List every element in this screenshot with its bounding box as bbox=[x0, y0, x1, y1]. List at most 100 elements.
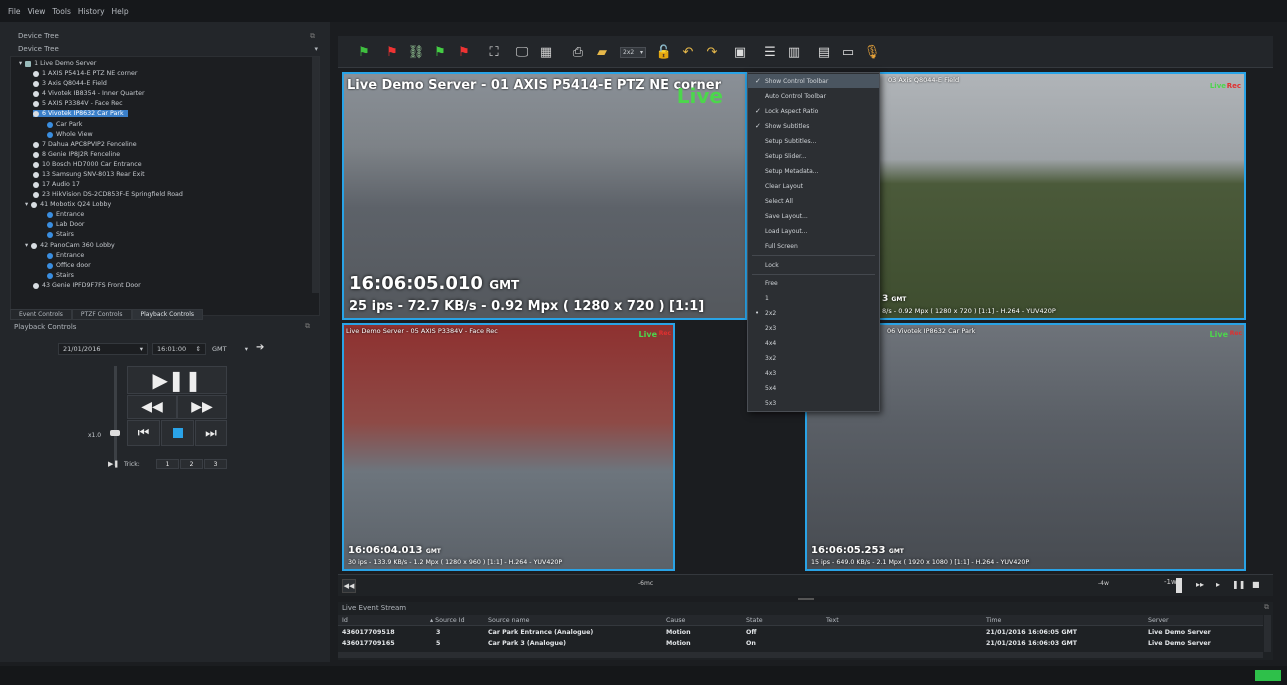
tree-item-audio[interactable]: 17 Audio 17 bbox=[33, 181, 80, 188]
time-picker[interactable]: 16:01:00 ⇕ bbox=[152, 343, 206, 355]
column-header-time[interactable]: Time bbox=[986, 617, 1001, 624]
tree-item-view[interactable]: Lab Door bbox=[47, 221, 85, 228]
end-marker-icon[interactable]: ⚑ bbox=[456, 44, 472, 60]
timeline-cursor[interactable] bbox=[1176, 578, 1182, 593]
splitter-handle[interactable] bbox=[798, 598, 814, 600]
rewind-button[interactable]: ◀◀ bbox=[127, 395, 177, 419]
stop-button[interactable] bbox=[161, 420, 194, 446]
tree-item-camera[interactable]: ▾ 41 Mobotix Q24 Lobby bbox=[25, 201, 111, 208]
menu-item-layout-1[interactable]: 1 bbox=[748, 291, 879, 305]
timeline-back-button[interactable]: ◀◀ bbox=[342, 579, 356, 593]
menu-item-layout-5x4[interactable]: 5x4 bbox=[748, 381, 879, 395]
menu-item-select-all[interactable]: Select All bbox=[748, 194, 879, 208]
microphone-icon[interactable]: 🎙 bbox=[864, 44, 881, 60]
tree-item-camera[interactable]: ▾ 42 PanoCam 360 Lobby bbox=[25, 242, 115, 249]
tree-scrollbar[interactable] bbox=[312, 57, 319, 293]
table-row[interactable]: 436017709165 5 Car Park 3 (Analogue) Mot… bbox=[338, 638, 1263, 649]
next-frame-button[interactable]: ⏭ bbox=[195, 420, 227, 446]
column-header-text[interactable]: Text bbox=[826, 617, 839, 624]
column-header-cause[interactable]: Cause bbox=[666, 617, 685, 624]
snapshot-icon[interactable]: ▦ bbox=[538, 44, 554, 60]
tree-item-camera[interactable]: 4 Vivotek IB8354 - Inner Quarter bbox=[33, 90, 145, 97]
timeline-pause-icon[interactable]: ❚❚ bbox=[1232, 580, 1245, 589]
menu-item-layout-3x2[interactable]: 3x2 bbox=[748, 351, 879, 365]
fullscreen-icon[interactable]: ⛶ bbox=[486, 44, 502, 60]
menu-item-auto-control-toolbar[interactable]: Auto Control Toolbar bbox=[748, 89, 879, 103]
timeline-play-icon[interactable]: ▸ bbox=[1216, 580, 1220, 589]
menu-tools[interactable]: Tools bbox=[52, 7, 70, 16]
menu-item-lock-aspect-ratio[interactable]: ✓ Lock Aspect Ratio bbox=[748, 104, 879, 118]
tab-event-controls[interactable]: Event Controls bbox=[10, 309, 72, 320]
tree-item-camera[interactable]: 7 Dahua APC8PVIP2 Fenceline bbox=[33, 141, 137, 148]
menu-item-save-layout[interactable]: Save Layout... bbox=[748, 209, 879, 223]
horizontal-scrollbar[interactable] bbox=[338, 652, 1263, 658]
tree-item-camera-selected[interactable]: 6 Vivotek IP8632 Car Park bbox=[33, 110, 128, 117]
timeline-stop-icon[interactable]: ■ bbox=[1252, 580, 1260, 589]
tree-item-camera[interactable]: 13 Samsung SNV-8013 Rear Exit bbox=[33, 171, 145, 178]
speed-slider-handle[interactable] bbox=[110, 430, 120, 436]
trick-button-2[interactable]: 2 bbox=[180, 459, 203, 469]
menu-file[interactable]: File bbox=[8, 7, 21, 16]
menu-view[interactable]: View bbox=[28, 7, 46, 16]
monitor-icon[interactable]: 🖵 bbox=[514, 44, 530, 60]
menu-item-setup-metadata[interactable]: Setup Metadata... bbox=[748, 164, 879, 178]
panel-float-icon[interactable]: ⧉ bbox=[310, 32, 315, 41]
tab-ptzf-controls[interactable]: PTZF Controls bbox=[71, 309, 132, 320]
export-icon[interactable]: ⎙ bbox=[570, 44, 586, 60]
menu-item-layout-4x3[interactable]: 4x3 bbox=[748, 366, 879, 380]
columns-icon[interactable]: ▥ bbox=[786, 44, 802, 60]
play-flag-icon[interactable]: ⚑ bbox=[356, 44, 372, 60]
tree-item-camera[interactable]: 1 AXIS P5414-E PTZ NE corner bbox=[33, 70, 137, 77]
timezone-select[interactable]: GMT ▾ bbox=[212, 343, 248, 355]
tree-item-camera[interactable]: 8 Genie IP8J2R Fenceline bbox=[33, 151, 120, 158]
layout-select[interactable]: 2x2 ▾ bbox=[620, 47, 646, 58]
menu-item-layout-2x2[interactable]: • 2x2 bbox=[748, 306, 879, 320]
date-picker[interactable]: 21/01/2016 ▾ bbox=[58, 343, 148, 355]
menu-item-layout-5x3[interactable]: 5x3 bbox=[748, 396, 879, 410]
tree-item-view[interactable]: Car Park bbox=[47, 121, 82, 128]
menu-item-lock[interactable]: Lock bbox=[748, 258, 879, 272]
panel-icon[interactable]: ▤ bbox=[816, 44, 832, 60]
window-icon[interactable]: ▣ bbox=[732, 44, 748, 60]
tab-playback-controls[interactable]: Playback Controls bbox=[131, 309, 203, 320]
tree-item-server[interactable]: ▾ 1 Live Demo Server bbox=[19, 60, 96, 67]
undo-icon[interactable]: ↶ bbox=[680, 44, 696, 60]
timeline-fast-forward-icon[interactable]: ▸▸ bbox=[1196, 580, 1204, 589]
start-marker-icon[interactable]: ⚑ bbox=[432, 44, 448, 60]
video-tile-1[interactable]: Live Demo Server - 01 AXIS P5414-E PTZ N… bbox=[342, 72, 747, 320]
menu-item-layout-4x4[interactable]: 4x4 bbox=[748, 336, 879, 350]
previous-frame-button[interactable]: ⏮ bbox=[127, 420, 160, 446]
menu-item-layout-free[interactable]: Free bbox=[748, 276, 879, 290]
tablet-icon[interactable]: ▭ bbox=[840, 44, 856, 60]
device-tree-dropdown[interactable]: Device Tree ▾ bbox=[18, 45, 318, 53]
panel-float-icon[interactable]: ⧉ bbox=[1264, 603, 1269, 612]
video-tile-3[interactable]: Live Demo Server - 05 AXIS P3384V - Face… bbox=[342, 323, 675, 571]
column-header-id[interactable]: Id bbox=[342, 617, 348, 624]
redo-icon[interactable]: ↷ bbox=[704, 44, 720, 60]
menu-item-layout-2x3[interactable]: 2x3 bbox=[748, 321, 879, 335]
folder-icon[interactable]: ▰ bbox=[594, 44, 610, 60]
trick-button-3[interactable]: 3 bbox=[204, 459, 227, 469]
fast-forward-button[interactable]: ▶▶ bbox=[177, 395, 227, 419]
tree-item-view[interactable]: Office door bbox=[47, 262, 91, 269]
go-icon[interactable]: ➔ bbox=[256, 342, 264, 353]
menu-item-clear-layout[interactable]: Clear Layout bbox=[748, 179, 879, 193]
list-icon[interactable]: ☰ bbox=[762, 44, 778, 60]
stop-flag-icon[interactable]: ⚑ bbox=[384, 44, 400, 60]
panel-float-icon[interactable]: ⧉ bbox=[305, 322, 310, 331]
lock-icon[interactable]: 🔓 bbox=[656, 44, 672, 60]
tree-item-camera[interactable]: 5 AXIS P3384V - Face Rec bbox=[33, 100, 123, 107]
tree-item-view[interactable]: Entrance bbox=[47, 252, 84, 259]
tree-item-camera[interactable]: 10 Bosch HD7000 Car Entrance bbox=[33, 161, 142, 168]
menu-help[interactable]: Help bbox=[112, 7, 129, 16]
menu-item-show-control-toolbar[interactable]: ✓ Show Control Toolbar bbox=[748, 74, 879, 88]
vertical-scrollbar[interactable] bbox=[1264, 615, 1271, 652]
menu-item-load-layout[interactable]: Load Layout... bbox=[748, 224, 879, 238]
trick-button-1[interactable]: 1 bbox=[156, 459, 179, 469]
tree-item-view[interactable]: Entrance bbox=[47, 211, 84, 218]
speed-slider[interactable] bbox=[114, 366, 117, 466]
table-row[interactable]: 436017709518 3 Car Park Entrance (Analog… bbox=[338, 627, 1263, 638]
tree-item-view[interactable]: Stairs bbox=[47, 231, 74, 238]
tree-item-camera[interactable]: 43 Genie IPFD9F7FS Front Door bbox=[33, 282, 141, 289]
video-tile-2[interactable]: 03 Axis Q8044-E Field Live Rec 3 GMT 8/s… bbox=[878, 72, 1246, 320]
